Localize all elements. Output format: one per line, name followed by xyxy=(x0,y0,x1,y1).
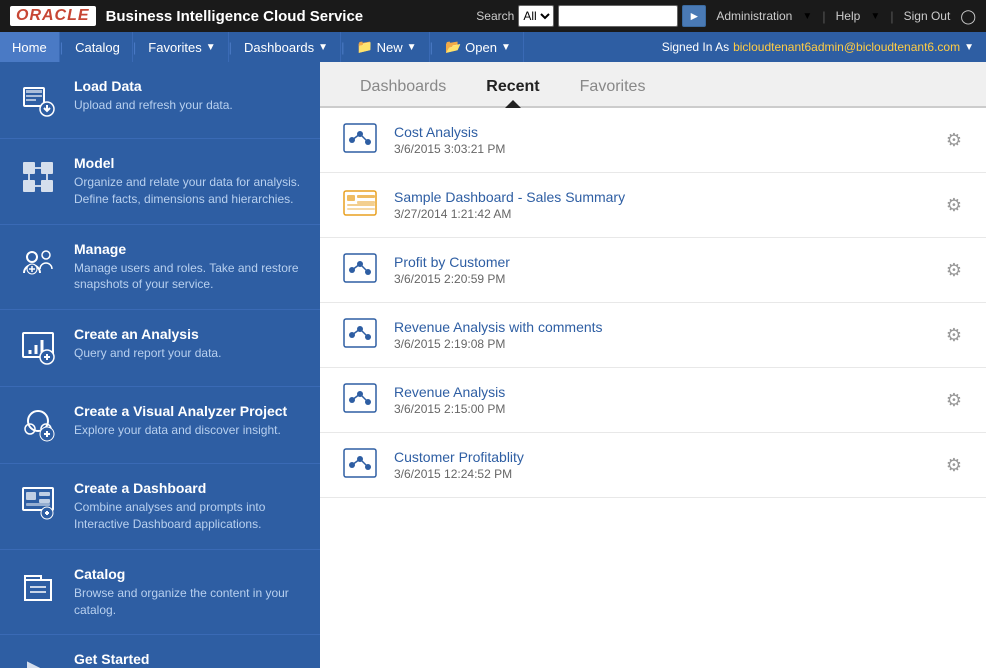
nav-catalog[interactable]: Catalog xyxy=(63,32,133,62)
sidebar-desc-catalog: Browse and organize the content in your … xyxy=(74,585,304,619)
sidebar-desc-create-analysis: Query and report your data. xyxy=(74,345,221,362)
item-gear-0[interactable]: ⚙ xyxy=(942,126,966,155)
nav-bar: Home | Catalog | Favorites ▼ | Dashboard… xyxy=(0,32,986,62)
item-gear-3[interactable]: ⚙ xyxy=(942,321,966,350)
search-select[interactable]: All xyxy=(518,5,554,27)
item-title-1[interactable]: Sample Dashboard - Sales Summary xyxy=(394,189,928,205)
sidebar-title-create-visual: Create a Visual Analyzer Project xyxy=(74,403,287,419)
tab-favorites[interactable]: Favorites xyxy=(580,78,646,106)
sidebar: Load Data Upload and refresh your data. xyxy=(0,62,320,668)
item-date-3: 3/6/2015 2:19:08 PM xyxy=(394,337,928,351)
search-label: Search xyxy=(476,9,514,23)
sidebar-item-create-analysis[interactable]: Create an Analysis Query and report your… xyxy=(0,310,320,387)
catalog-icon xyxy=(16,566,60,610)
list-item[interactable]: Sample Dashboard - Sales Summary 3/27/20… xyxy=(320,173,986,238)
create-visual-icon xyxy=(16,403,60,447)
main-layout: Load Data Upload and refresh your data. xyxy=(0,62,986,668)
tabs-header: Dashboards Recent Favorites xyxy=(320,62,986,108)
sidebar-desc-create-visual: Explore your data and discover insight. xyxy=(74,422,287,439)
item-gear-4[interactable]: ⚙ xyxy=(942,386,966,415)
manage-icon xyxy=(16,241,60,285)
item-icon-5 xyxy=(340,445,380,485)
item-date-0: 3/6/2015 3:03:21 PM xyxy=(394,142,928,156)
content-list: Cost Analysis 3/6/2015 3:03:21 PM ⚙ xyxy=(320,108,986,668)
search-input[interactable] xyxy=(558,5,678,27)
user-arrow: ▼ xyxy=(964,42,974,53)
list-item[interactable]: Customer Profitablity 3/6/2015 12:24:52 … xyxy=(320,433,986,498)
list-item[interactable]: Revenue Analysis with comments 3/6/2015 … xyxy=(320,303,986,368)
sidebar-desc-create-dashboard: Combine analyses and prompts into Intera… xyxy=(74,499,304,533)
sidebar-item-model[interactable]: Model Organize and relate your data for … xyxy=(0,139,320,225)
content-area: Dashboards Recent Favorites xyxy=(320,62,986,668)
item-date-5: 3/6/2015 12:24:52 PM xyxy=(394,467,928,481)
favorites-arrow: ▼ xyxy=(206,42,216,53)
item-date-1: 3/27/2014 1:21:42 AM xyxy=(394,207,928,221)
nav-home[interactable]: Home xyxy=(0,32,60,62)
item-icon-2 xyxy=(340,250,380,290)
help-arrow: ▼ xyxy=(870,11,880,22)
create-dashboard-icon xyxy=(16,480,60,524)
model-icon xyxy=(16,155,60,199)
tab-dashboards[interactable]: Dashboards xyxy=(360,78,446,106)
item-title-4[interactable]: Revenue Analysis xyxy=(394,384,928,400)
get-started-icon xyxy=(16,651,60,668)
search-area: Search All ► xyxy=(476,5,706,27)
sidebar-item-get-started[interactable]: Get Started Learn more about your servic… xyxy=(0,635,320,668)
list-item[interactable]: Profit by Customer 3/6/2015 2:20:59 PM ⚙ xyxy=(320,238,986,303)
sidebar-title-create-dashboard: Create a Dashboard xyxy=(74,480,304,496)
item-title-3[interactable]: Revenue Analysis with comments xyxy=(394,319,928,335)
item-title-2[interactable]: Profit by Customer xyxy=(394,254,928,270)
help-link[interactable]: Help xyxy=(836,9,861,23)
signed-in-user[interactable]: bicloudtenant6admin@bicloudtenant6.com xyxy=(733,40,960,54)
item-icon-0 xyxy=(340,120,380,160)
sidebar-title-manage: Manage xyxy=(74,241,304,257)
open-arrow: ▼ xyxy=(501,42,511,53)
search-button[interactable]: ► xyxy=(682,5,706,27)
item-icon-4 xyxy=(340,380,380,420)
list-item[interactable]: Cost Analysis 3/6/2015 3:03:21 PM ⚙ xyxy=(320,108,986,173)
dashboards-arrow: ▼ xyxy=(318,42,328,53)
top-header: ORACLE Business Intelligence Cloud Servi… xyxy=(0,0,986,32)
admin-link[interactable]: Administration xyxy=(716,9,792,23)
item-title-5[interactable]: Customer Profitablity xyxy=(394,449,928,465)
sidebar-title-create-analysis: Create an Analysis xyxy=(74,326,221,342)
sidebar-desc-load-data: Upload and refresh your data. xyxy=(74,97,233,114)
item-gear-1[interactable]: ⚙ xyxy=(942,191,966,220)
item-gear-2[interactable]: ⚙ xyxy=(942,256,966,285)
app-title: Business Intelligence Cloud Service xyxy=(106,8,467,25)
nav-open[interactable]: 📂 Open ▼ xyxy=(433,32,524,62)
message-icon: ◯ xyxy=(960,8,976,25)
sidebar-item-create-dashboard[interactable]: Create a Dashboard Combine analyses and … xyxy=(0,464,320,550)
sidebar-item-load-data[interactable]: Load Data Upload and refresh your data. xyxy=(0,62,320,139)
item-date-4: 3/6/2015 2:15:00 PM xyxy=(394,402,928,416)
tab-recent[interactable]: Recent xyxy=(486,78,539,106)
new-arrow: ▼ xyxy=(407,42,417,53)
admin-arrow: ▼ xyxy=(802,11,812,22)
nav-new[interactable]: 📁 New ▼ xyxy=(344,32,429,62)
nav-favorites[interactable]: Favorites ▼ xyxy=(136,32,228,62)
sidebar-item-catalog[interactable]: Catalog Browse and organize the content … xyxy=(0,550,320,636)
sidebar-title-get-started: Get Started xyxy=(74,651,240,667)
sidebar-item-manage[interactable]: Manage Manage users and roles. Take and … xyxy=(0,225,320,311)
item-title-0[interactable]: Cost Analysis xyxy=(394,124,928,140)
item-icon-3 xyxy=(340,315,380,355)
sidebar-desc-manage: Manage users and roles. Take and restore… xyxy=(74,260,304,294)
sidebar-title-model: Model xyxy=(74,155,304,171)
item-date-2: 3/6/2015 2:20:59 PM xyxy=(394,272,928,286)
signout-link[interactable]: Sign Out xyxy=(904,9,951,23)
sidebar-title-catalog: Catalog xyxy=(74,566,304,582)
nav-dashboards[interactable]: Dashboards ▼ xyxy=(232,32,341,62)
item-icon-1 xyxy=(340,185,380,225)
list-item[interactable]: Revenue Analysis 3/6/2015 2:15:00 PM ⚙ xyxy=(320,368,986,433)
header-links: Administration ▼ | Help ▼ | Sign Out ◯ xyxy=(716,8,976,25)
sidebar-title-load-data: Load Data xyxy=(74,78,233,94)
load-data-icon xyxy=(16,78,60,122)
signed-in-area: Signed In As bicloudtenant6admin@bicloud… xyxy=(650,40,986,54)
create-analysis-icon xyxy=(16,326,60,370)
sidebar-item-create-visual[interactable]: Create a Visual Analyzer Project Explore… xyxy=(0,387,320,464)
item-gear-5[interactable]: ⚙ xyxy=(942,451,966,480)
sidebar-desc-model: Organize and relate your data for analys… xyxy=(74,174,304,208)
oracle-logo: ORACLE xyxy=(10,6,96,26)
